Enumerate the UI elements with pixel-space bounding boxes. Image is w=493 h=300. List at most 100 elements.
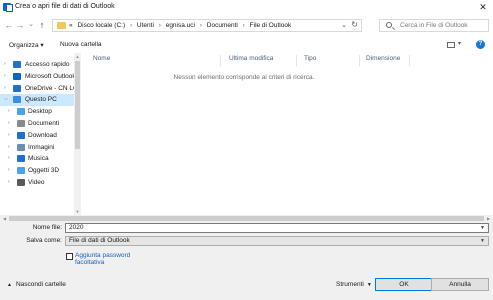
address-row: ← → ⌄ ↑ « Disco locale (C:) › Utenti › e…: [0, 14, 493, 36]
breadcrumb-item[interactable]: Disco locale (C:): [77, 22, 125, 29]
documents-folder-icon: [17, 120, 25, 127]
ok-button[interactable]: OK: [375, 278, 433, 291]
sidebar-item[interactable]: › OneDrive - CN LO: [0, 83, 78, 95]
scroll-up-icon[interactable]: ▲: [74, 54, 81, 59]
chevron-right-icon[interactable]: ›: [8, 155, 10, 161]
navigation-scrollbar[interactable]: ▲ ▼: [74, 53, 81, 215]
sidebar-item[interactable]: › Microsoft Outlook: [0, 71, 76, 83]
column-header-modified[interactable]: Ultima modifica: [229, 55, 273, 67]
search-input[interactable]: [400, 20, 488, 31]
sidebar-item[interactable]: › Immagini: [0, 142, 74, 154]
breadcrumb-item-current[interactable]: File di Outlook: [250, 22, 292, 29]
scroll-right-icon[interactable]: ▶: [485, 216, 492, 221]
chevron-right-icon[interactable]: ›: [8, 167, 10, 173]
address-dropdown-icon[interactable]: ⌄: [341, 21, 347, 29]
music-folder-icon: [17, 155, 25, 163]
refresh-icon[interactable]: ↻: [351, 20, 358, 29]
chevron-right-icon[interactable]: ›: [8, 108, 10, 114]
breadcrumb-item[interactable]: egnisa.uci: [166, 22, 195, 29]
saveas-label: Salva come:: [26, 237, 62, 244]
tools-button[interactable]: Strumenti ▼: [336, 281, 372, 288]
hide-folders-button[interactable]: ▲ Nascondi cartelle: [7, 281, 66, 288]
tools-label: Strumenti: [336, 281, 364, 288]
hide-folders-label: Nascondi cartelle: [15, 281, 66, 288]
sidebar-item-label: Download: [28, 131, 57, 139]
outlook-icon: [13, 72, 21, 80]
chevron-down-icon[interactable]: ⌵: [4, 96, 8, 102]
sidebar-item[interactable]: › Accesso rapido: [0, 59, 74, 71]
organize-button[interactable]: Organizza ▾: [9, 41, 44, 49]
chevron-down-icon: ▼: [366, 282, 372, 288]
sidebar-item[interactable]: › Download: [0, 130, 74, 142]
scrollbar-thumb[interactable]: [9, 216, 484, 221]
sidebar-item[interactable]: ⌵ Questo PC: [0, 94, 74, 107]
search-box[interactable]: [379, 19, 489, 32]
column-divider[interactable]: [359, 55, 360, 66]
save-form: Nome file: 2020 ▼ Salva come: File di da…: [0, 222, 493, 300]
chevron-right-icon[interactable]: ›: [8, 132, 10, 138]
breadcrumb-separator: ›: [129, 22, 133, 29]
up-arrow-icon[interactable]: ↑: [37, 20, 47, 30]
sidebar-item[interactable]: › Video: [0, 177, 74, 189]
horizontal-scrollbar[interactable]: ◀ ▶: [0, 215, 493, 222]
forward-arrow-icon[interactable]: →: [15, 20, 25, 30]
empty-message: Nessun elemento corrisponde ai criteri d…: [173, 74, 315, 81]
close-button[interactable]: ✕: [473, 0, 493, 14]
sidebar-item-label: Musica: [28, 155, 49, 163]
sidebar-item-label: Microsoft Outlook: [25, 72, 76, 80]
chevron-up-icon: ▲: [7, 282, 12, 288]
chevron-right-icon[interactable]: ›: [8, 120, 10, 126]
computer-icon: [13, 96, 21, 104]
breadcrumb-overflow[interactable]: «: [69, 22, 73, 29]
sidebar-item[interactable]: › Documenti: [0, 118, 74, 130]
command-toolbar: Organizza ▾ Nuova cartella ▾ ?: [0, 37, 493, 53]
recent-locations-dropdown-icon[interactable]: ⌄: [26, 20, 36, 28]
chevron-right-icon[interactable]: ›: [8, 179, 10, 185]
chevron-right-icon[interactable]: ›: [4, 73, 6, 79]
breadcrumb-item[interactable]: Documenti: [207, 22, 238, 29]
scroll-down-icon[interactable]: ▼: [74, 209, 81, 214]
column-header-size[interactable]: Dimensione: [366, 55, 400, 67]
help-icon[interactable]: ?: [476, 40, 485, 49]
chevron-right-icon[interactable]: ›: [8, 144, 10, 150]
sidebar-item[interactable]: › Desktop: [0, 106, 74, 118]
view-dropdown-icon[interactable]: ▾: [458, 40, 461, 47]
filename-value[interactable]: 2020: [69, 224, 83, 231]
password-link[interactable]: Aggiunta password facoltativa: [75, 252, 145, 266]
sidebar-item[interactable]: › Musica: [0, 153, 74, 165]
column-divider[interactable]: [220, 55, 221, 66]
password-checkbox[interactable]: [66, 253, 73, 260]
column-divider[interactable]: [296, 55, 297, 66]
back-arrow-icon[interactable]: ←: [4, 20, 14, 30]
sidebar-item[interactable]: › Oggetti 3D: [0, 165, 74, 177]
chevron-down-icon[interactable]: ▼: [480, 237, 485, 245]
pictures-folder-icon: [17, 143, 25, 151]
column-header-name[interactable]: Nome: [93, 55, 110, 67]
desktop-folder-icon: [17, 108, 25, 116]
sidebar-item-label: OneDrive - CN LO: [25, 84, 79, 92]
star-icon: [13, 61, 21, 68]
chevron-right-icon[interactable]: ›: [4, 85, 6, 91]
new-folder-button[interactable]: Nuova cartella: [60, 41, 102, 48]
address-bar[interactable]: « Disco locale (C:) › Utenti › egnisa.uc…: [52, 19, 362, 32]
sidebar-item-label: Questo PC: [25, 96, 57, 104]
chevron-down-icon[interactable]: ▼: [480, 224, 485, 232]
breadcrumb-separator: ›: [158, 22, 161, 29]
column-header-type[interactable]: Tipo: [304, 55, 316, 67]
filename-field[interactable]: 2020 ▼: [65, 223, 489, 233]
sidebar-item-label: Oggetti 3D: [28, 167, 60, 175]
file-list[interactable]: Nome Ultima modifica Tipo Dimensione Nes…: [84, 53, 493, 215]
saveas-value[interactable]: File di dati di Outlook: [69, 237, 130, 244]
saveas-select[interactable]: File di dati di Outlook ▼: [65, 236, 489, 246]
cancel-button[interactable]: Annulla: [431, 278, 489, 291]
download-folder-icon: [17, 131, 25, 139]
outlook-app-icon: [3, 3, 13, 12]
scroll-left-icon[interactable]: ◀: [1, 216, 8, 221]
column-divider[interactable]: [409, 55, 410, 66]
sidebar-item-label: Desktop: [28, 108, 52, 116]
videos-folder-icon: [17, 179, 25, 186]
scrollbar-thumb[interactable]: [75, 61, 80, 149]
view-options-icon[interactable]: [447, 42, 455, 48]
chevron-right-icon[interactable]: ›: [4, 61, 6, 67]
breadcrumb-item[interactable]: Utenti: [137, 22, 154, 29]
